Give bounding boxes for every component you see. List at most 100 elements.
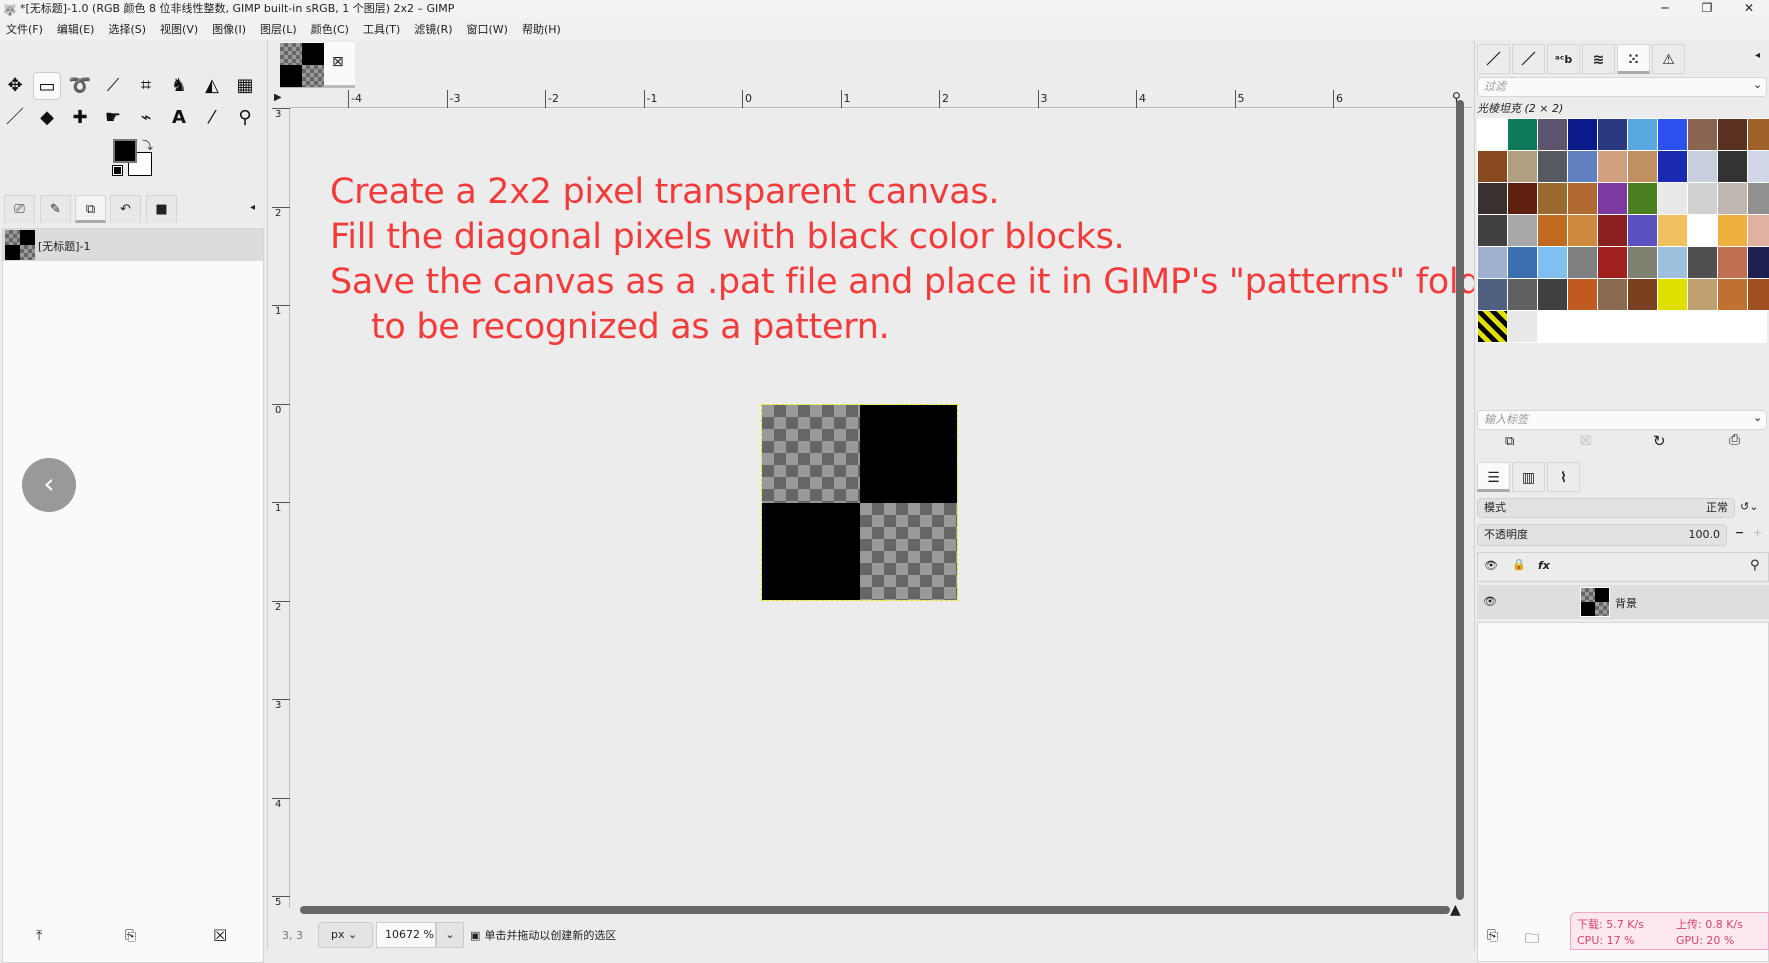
pattern-swatch[interactable]: [1628, 151, 1657, 182]
pattern-swatch[interactable]: [1598, 215, 1627, 246]
close-tab-icon[interactable]: ⊠: [332, 54, 344, 70]
new-layer-group-icon[interactable]: 🗀: [1525, 928, 1539, 952]
navigate-icon[interactable]: ▲: [1450, 902, 1461, 918]
bucket-fill-tool-icon[interactable]: ◭: [198, 72, 226, 100]
pattern-swatch[interactable]: [1508, 247, 1537, 278]
smudge-tool-icon[interactable]: ☛: [99, 104, 127, 132]
pattern-swatch[interactable]: [1508, 215, 1537, 246]
pattern-swatch[interactable]: [1478, 119, 1507, 150]
pattern-swatch[interactable]: [1538, 215, 1567, 246]
menu-filters[interactable]: 滤镜(R): [414, 21, 452, 37]
filter-dropdown-icon[interactable]: ⌄: [1753, 78, 1762, 91]
zoom-dropdown-icon[interactable]: ⌄: [436, 922, 464, 948]
pattern-swatch[interactable]: [1658, 215, 1687, 246]
pattern-swatch[interactable]: [1718, 119, 1747, 150]
close-button[interactable]: ✕: [1729, 0, 1769, 18]
tab-brushes[interactable]: ／: [1477, 44, 1510, 74]
opacity-field[interactable]: 不透明度 100.0: [1477, 524, 1727, 546]
menu-tools[interactable]: 工具(T): [363, 21, 400, 37]
pattern-swatch[interactable]: [1538, 183, 1567, 214]
pattern-swatch[interactable]: [1478, 247, 1507, 278]
delete-pattern-icon[interactable]: ☒: [1580, 434, 1592, 449]
pattern-swatch[interactable]: [1658, 151, 1687, 182]
tab-channels[interactable]: ▥: [1512, 462, 1545, 492]
mode-select[interactable]: 模式 正常: [1477, 498, 1735, 518]
menu-select[interactable]: 选择(S): [108, 21, 146, 37]
pattern-swatch[interactable]: [1628, 119, 1657, 150]
menu-help[interactable]: 帮助(H): [522, 21, 561, 37]
foreground-color-swatch[interactable]: [113, 139, 137, 163]
paths-tool-icon[interactable]: ⌁: [132, 104, 160, 132]
refresh-patterns-icon[interactable]: ↻: [1653, 432, 1666, 450]
mode-reset-icon[interactable]: ↺⌄: [1740, 500, 1758, 513]
previous-arrow-button[interactable]: ‹: [22, 458, 76, 512]
pattern-swatch[interactable]: [1598, 151, 1627, 182]
heal-tool-icon[interactable]: ✚: [66, 104, 94, 132]
menu-view[interactable]: 视图(V): [160, 21, 198, 37]
pattern-swatch[interactable]: [1748, 119, 1769, 150]
tab-undo-history[interactable]: ↶: [110, 195, 141, 223]
menu-file[interactable]: 文件(F): [6, 21, 43, 37]
pattern-swatch[interactable]: [1748, 151, 1769, 182]
pattern-swatch[interactable]: [1688, 183, 1717, 214]
tab-gradients[interactable]: ≋: [1582, 44, 1615, 74]
pattern-swatch[interactable]: [1478, 183, 1507, 214]
pattern-swatch[interactable]: [1478, 311, 1507, 342]
pattern-swatch[interactable]: [1748, 183, 1769, 214]
pattern-swatch[interactable]: [1508, 311, 1537, 342]
pattern-swatch[interactable]: [1598, 183, 1627, 214]
new-layer-icon[interactable]: ⎘: [1487, 928, 1498, 944]
new-display-icon[interactable]: ⎘: [125, 928, 136, 944]
gradient-tool-icon[interactable]: ▦: [231, 72, 259, 100]
pattern-swatch[interactable]: [1538, 279, 1567, 310]
pattern-swatch[interactable]: [1658, 183, 1687, 214]
copy-location-icon[interactable]: ⎙: [1729, 432, 1740, 448]
pattern-swatch[interactable]: [1538, 119, 1567, 150]
minimize-button[interactable]: ─: [1645, 0, 1685, 18]
tab-tool-options[interactable]: ✎: [40, 195, 71, 223]
paintbrush-tool-icon[interactable]: ／: [1, 104, 29, 132]
pattern-swatch[interactable]: [1538, 151, 1567, 182]
warp-tool-icon[interactable]: ♞: [165, 72, 193, 100]
visibility-header-icon[interactable]: 👁: [1484, 559, 1498, 572]
pattern-swatch[interactable]: [1628, 183, 1657, 214]
free-select-tool-icon[interactable]: ➰: [66, 72, 94, 100]
crop-tool-icon[interactable]: ⌗: [132, 72, 160, 100]
pattern-swatch[interactable]: [1688, 119, 1717, 150]
fuzzy-select-tool-icon[interactable]: ⟋: [99, 72, 127, 100]
move-tool-icon[interactable]: ✥: [1, 72, 29, 100]
pattern-swatch[interactable]: [1688, 215, 1717, 246]
list-item[interactable]: [无标题]-1: [3, 229, 263, 261]
pattern-swatch[interactable]: [1718, 151, 1747, 182]
search-icon[interactable]: ⚲: [1750, 558, 1760, 573]
default-colors-icon[interactable]: [112, 165, 123, 176]
tab-warnings[interactable]: ⚠: [1652, 44, 1685, 74]
zoom-input[interactable]: 10672 %: [376, 922, 436, 948]
pattern-swatch[interactable]: [1478, 151, 1507, 182]
tab-fonts[interactable]: ᵃᶜb: [1547, 44, 1580, 74]
pattern-swatch[interactable]: [1508, 279, 1537, 310]
pattern-swatch[interactable]: [1658, 247, 1687, 278]
pattern-swatch[interactable]: [1598, 279, 1627, 310]
pattern-swatch[interactable]: [1688, 279, 1717, 310]
pattern-swatch[interactable]: [1598, 247, 1627, 278]
pattern-swatch[interactable]: [1598, 119, 1627, 150]
pattern-swatch[interactable]: [1538, 247, 1567, 278]
raise-display-icon[interactable]: ⤒: [36, 928, 42, 944]
tab-images[interactable]: ⧉: [75, 195, 106, 223]
panel-menu-icon[interactable]: ◂: [250, 202, 255, 213]
pattern-swatch[interactable]: [1718, 247, 1747, 278]
menu-windows[interactable]: 窗口(W): [467, 21, 508, 37]
pattern-swatch[interactable]: [1478, 279, 1507, 310]
pattern-swatch[interactable]: [1748, 247, 1769, 278]
lock-icon[interactable]: 🔒: [1512, 558, 1526, 571]
eraser-tool-icon[interactable]: ◆: [33, 104, 61, 132]
layer-visibility-icon[interactable]: 👁: [1483, 595, 1497, 608]
tag-dropdown-icon[interactable]: ⌄: [1753, 411, 1762, 424]
pattern-swatch[interactable]: [1568, 247, 1597, 278]
pattern-swatch[interactable]: [1658, 279, 1687, 310]
zoom-tool-icon[interactable]: ⚲: [231, 104, 259, 132]
pattern-swatch[interactable]: [1508, 119, 1537, 150]
layer-row[interactable]: 👁 背景: [1477, 585, 1769, 619]
tab-paint-dynamics[interactable]: ／: [1512, 44, 1545, 74]
